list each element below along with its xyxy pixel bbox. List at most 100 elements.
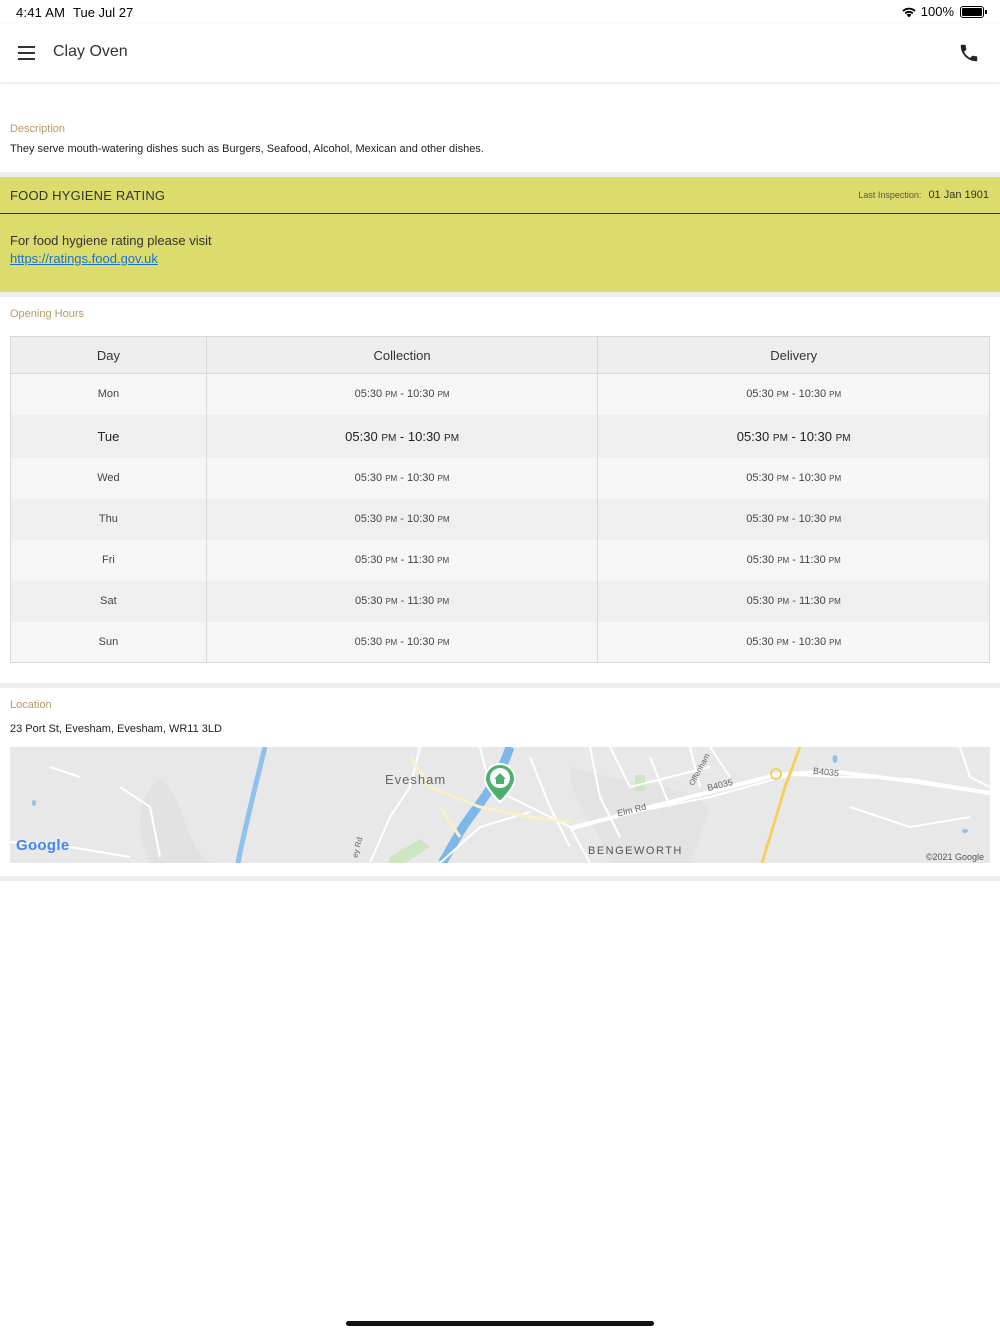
delivery-hours-cell: 05:30 PM - 10:30 PM (597, 414, 990, 458)
header-day: Day (10, 336, 207, 374)
collection-hours-cell: 05:30 PM - 11:30 PM (205, 539, 599, 581)
am-pm-label: PM (828, 556, 841, 565)
open-time: 05:30 (746, 513, 774, 525)
app-header: Clay Oven (0, 24, 1000, 82)
opening-hours-table: Day Collection Delivery Mon 05:30 PM - 10… (10, 336, 990, 663)
open-time: 05:30 (355, 554, 383, 566)
battery-icon (960, 5, 987, 18)
close-time: 10:30 (798, 472, 827, 484)
divider (0, 683, 1000, 688)
hygiene-section: FOOD HYGIENE RATING Last Inspection: 01 … (0, 177, 1000, 292)
am-pm-label: PM (776, 637, 789, 647)
map-copyright: ©2021 Google (925, 852, 984, 862)
close-time: 11:30 (407, 595, 435, 607)
close-time: 10:30 (798, 513, 827, 525)
day-cell: Sun (10, 621, 207, 663)
day-label: Mon (97, 388, 120, 401)
collection-hours-cell: 05:30 PM - 10:30 PM (205, 621, 599, 663)
page-title: Clay Oven (53, 43, 128, 60)
close-time: 10:30 (406, 388, 435, 401)
close-time: 10:30 (798, 388, 827, 401)
am-pm-label: PM (385, 597, 398, 606)
am-pm-label: PM (437, 556, 450, 565)
open-time: 05:30 (354, 472, 383, 484)
status-right: 100% (901, 4, 987, 19)
am-pm-label: PM (777, 597, 790, 606)
table-row: Mon 05:30 PM - 10:30 PM 05:30 PM - 10:30 P… (10, 373, 990, 415)
hygiene-title: FOOD HYGIENE RATING (10, 188, 166, 203)
am-pm-label: PM (437, 515, 450, 524)
day-label: Wed (97, 472, 120, 484)
open-time: 05:30 (746, 388, 774, 401)
location-label: Location (10, 699, 52, 711)
close-time: 10:30 (407, 428, 441, 444)
table-row: Tue 05:30 PM - 10:30 PM 05:30 PM - 10:30 P… (10, 414, 990, 458)
battery-percent: 100% (920, 4, 954, 19)
delivery-hours-cell: 05:30 PM - 10:30 PM (597, 498, 990, 540)
am-pm-label: PM (385, 390, 398, 400)
delivery-hours-cell: 05:30 PM - 11:30 PM (597, 580, 990, 622)
day-label: Fri (101, 554, 115, 566)
am-pm-label: PM (829, 637, 842, 647)
am-pm-label: PM (437, 637, 450, 647)
am-pm-label: PM (835, 432, 851, 444)
home-indicator[interactable] (346, 1321, 654, 1326)
am-pm-label: PM (437, 474, 450, 483)
day-cell: Thu (10, 498, 207, 540)
close-time: 11:30 (407, 554, 435, 566)
collection-hours-cell: 05:30 PM - 10:30 PM (205, 457, 599, 499)
last-inspection-date: 01 Jan 1901 (928, 189, 989, 201)
last-inspection: Last Inspection: 01 Jan 1901 (858, 189, 989, 201)
am-pm-label: PM (829, 390, 842, 400)
day-label: Sat (100, 595, 117, 607)
day-cell: Wed (10, 457, 207, 499)
map-town-label: Evesham (385, 772, 447, 787)
status-time: 4:41 AM (16, 5, 66, 20)
home-marker-icon[interactable] (484, 763, 516, 803)
delivery-hours-cell: 05:30 PM - 10:30 PM (597, 373, 990, 415)
description-text: They serve mouth-watering dishes such as… (10, 143, 484, 155)
am-pm-label: PM (829, 515, 842, 524)
header-delivery: Delivery (597, 336, 990, 374)
am-pm-label: PM (437, 597, 450, 606)
table-row: Wed 05:30 PM - 10:30 PM 05:30 PM - 10:30 P… (10, 457, 990, 499)
am-pm-label: PM (777, 556, 790, 565)
collection-hours-cell: 05:30 PM - 10:30 PM (205, 414, 599, 458)
header-collection: Collection (205, 336, 599, 374)
close-time: 10:30 (798, 635, 827, 648)
hygiene-body: For food hygiene rating please visit htt… (10, 232, 212, 268)
map-district-label: BENGEWORTH (588, 845, 683, 857)
close-time: 10:30 (406, 472, 435, 484)
am-pm-label: PM (444, 432, 460, 444)
open-time: 05:30 (746, 472, 774, 484)
google-logo: Google (16, 837, 70, 854)
status-date: Tue Jul 27 (73, 5, 134, 20)
day-cell: Mon (10, 373, 207, 415)
collection-hours-cell: 05:30 PM - 10:30 PM (205, 373, 599, 415)
table-row: Sun 05:30 PM - 10:30 PM 05:30 PM - 10:30 P… (10, 621, 990, 663)
am-pm-label: PM (776, 474, 789, 483)
am-pm-label: PM (381, 432, 397, 444)
close-time: 10:30 (406, 635, 435, 648)
status-bar: 4:41 AM Tue Jul 27 100% (0, 0, 1000, 24)
phone-icon[interactable] (958, 42, 980, 64)
day-label: Tue (97, 428, 120, 444)
table-row: Thu 05:30 PM - 10:30 PM 05:30 PM - 10:30 P… (10, 498, 990, 540)
wifi-icon (902, 7, 916, 17)
day-label: Sun (98, 635, 119, 648)
day-label: Thu (98, 513, 118, 525)
close-time: 11:30 (798, 595, 826, 607)
hygiene-ratings-link[interactable]: https://ratings.food.gov.uk (10, 251, 158, 266)
close-time: 10:30 (406, 513, 435, 525)
open-time: 05:30 (355, 595, 383, 607)
location-address: 23 Port St, Evesham, Evesham, WR11 3LD (10, 723, 222, 735)
open-time: 05:30 (354, 388, 383, 401)
hygiene-prompt: For food hygiene rating please visit (10, 233, 212, 248)
hamburger-menu-icon[interactable] (14, 40, 40, 66)
am-pm-label: PM (385, 474, 398, 483)
open-time: 05:30 (746, 554, 775, 566)
am-pm-label: PM (829, 474, 842, 483)
delivery-hours-cell: 05:30 PM - 11:30 PM (597, 539, 990, 581)
location-map[interactable]: Evesham BENGEWORTH Elm Rd B4035 B4035 Of… (10, 747, 990, 863)
close-time: 11:30 (798, 554, 826, 566)
